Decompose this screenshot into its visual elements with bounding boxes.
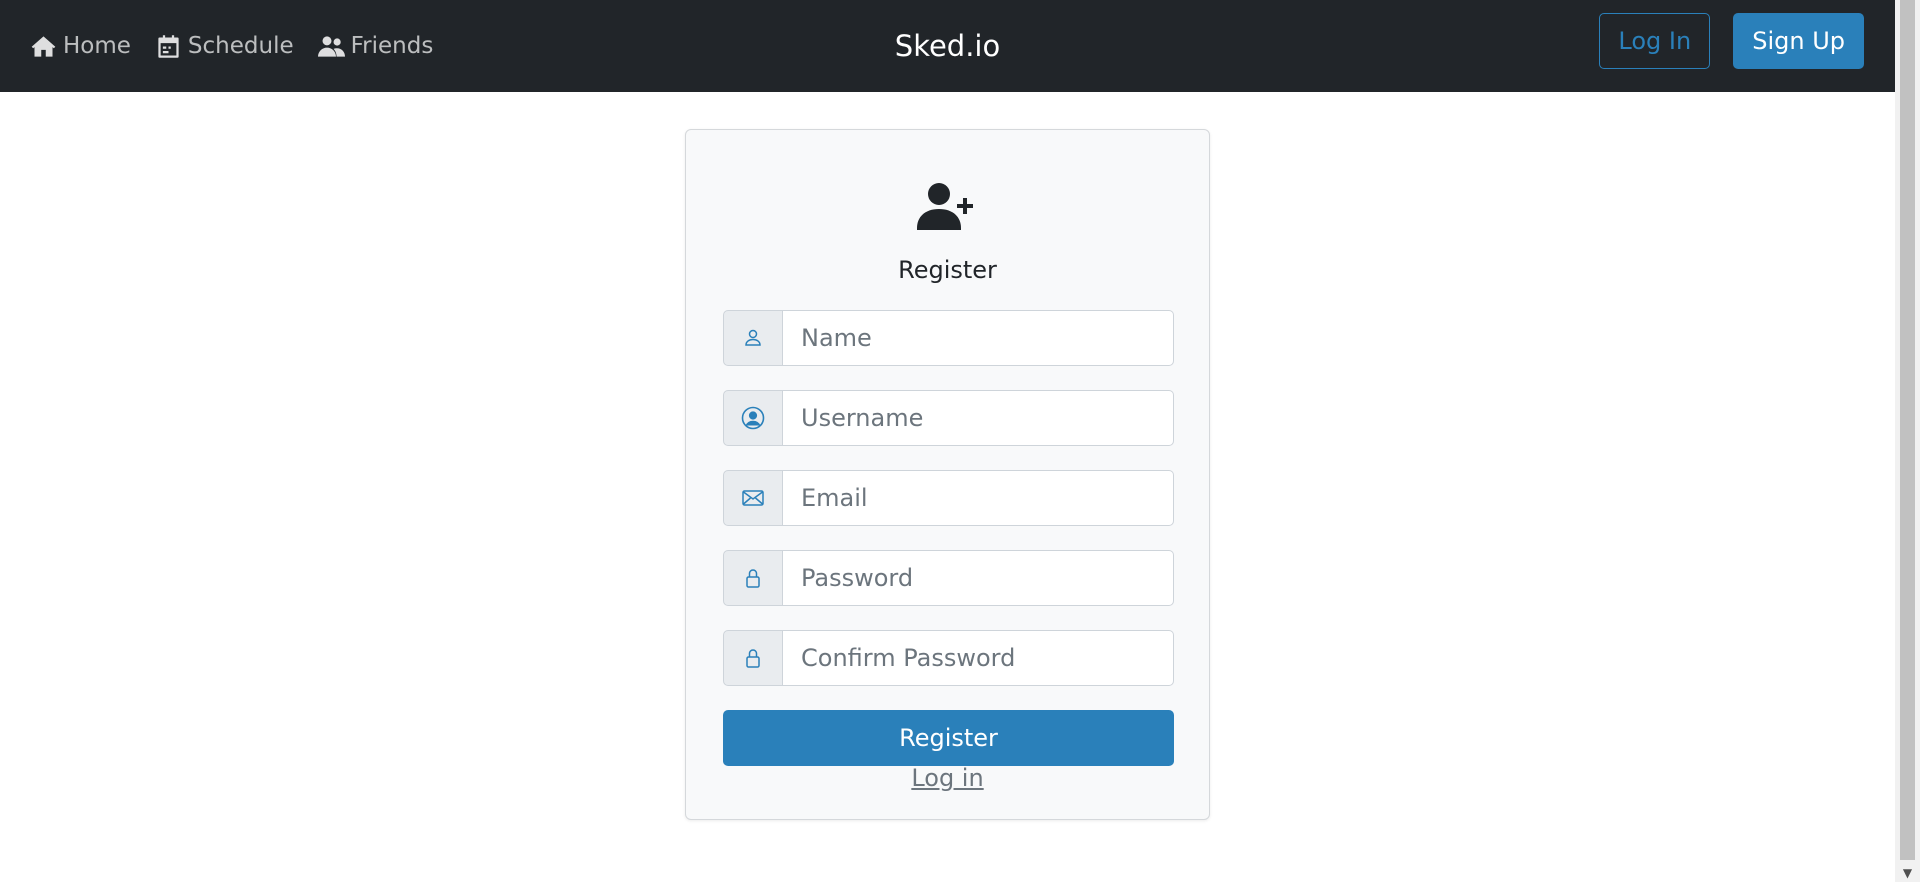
username-addon xyxy=(723,390,783,446)
username-field xyxy=(723,390,1174,446)
brand-logo[interactable]: Sked.io xyxy=(895,29,1000,63)
name-addon xyxy=(723,310,783,366)
name-input[interactable] xyxy=(783,310,1174,366)
nav-friends-link[interactable]: Friends xyxy=(317,33,434,60)
nav-schedule-label: Schedule xyxy=(187,33,294,59)
login-link[interactable]: Log in xyxy=(686,764,1209,792)
user-plus-icon xyxy=(916,183,973,230)
confirm-password-addon xyxy=(723,630,783,686)
envelope-icon xyxy=(742,490,764,506)
register-button[interactable]: Register xyxy=(723,710,1174,766)
scroll-down-icon[interactable]: ▼ xyxy=(1895,864,1920,882)
password-input[interactable] xyxy=(783,550,1174,606)
nav-friends-label: Friends xyxy=(350,33,434,59)
username-input[interactable] xyxy=(783,390,1174,446)
email-addon xyxy=(723,470,783,526)
users-icon xyxy=(317,35,345,57)
person-icon xyxy=(745,329,761,346)
email-field xyxy=(723,470,1174,526)
lock-icon xyxy=(746,569,760,588)
home-icon xyxy=(31,35,56,57)
card-icon-wrap xyxy=(686,182,1209,230)
nav-schedule-link[interactable]: Schedule xyxy=(155,33,294,60)
login-button[interactable]: Log In xyxy=(1599,13,1711,69)
nav-auth-buttons: Log In Sign Up xyxy=(1599,13,1864,69)
signup-button[interactable]: Sign Up xyxy=(1733,13,1864,69)
password-addon xyxy=(723,550,783,606)
calendar-icon xyxy=(158,34,179,58)
name-field xyxy=(723,310,1174,366)
form-title: Register xyxy=(898,256,997,284)
register-card: Register Register Log in xyxy=(685,129,1210,820)
password-field xyxy=(723,550,1174,606)
person-circle-icon xyxy=(741,406,765,430)
confirm-password-input[interactable] xyxy=(783,630,1174,686)
scroll-thumb[interactable] xyxy=(1900,0,1915,860)
confirm-password-field xyxy=(723,630,1174,686)
scrollbar[interactable]: ▲ ▼ xyxy=(1895,0,1920,882)
lock-icon xyxy=(746,649,760,668)
email-input[interactable] xyxy=(783,470,1174,526)
nav-links: Home Schedule Friends xyxy=(30,33,457,60)
nav-home-label: Home xyxy=(63,33,131,59)
nav-home-link[interactable]: Home xyxy=(30,33,131,60)
navbar: Home Schedule Friends Sked.io Log In Sig… xyxy=(0,0,1895,92)
